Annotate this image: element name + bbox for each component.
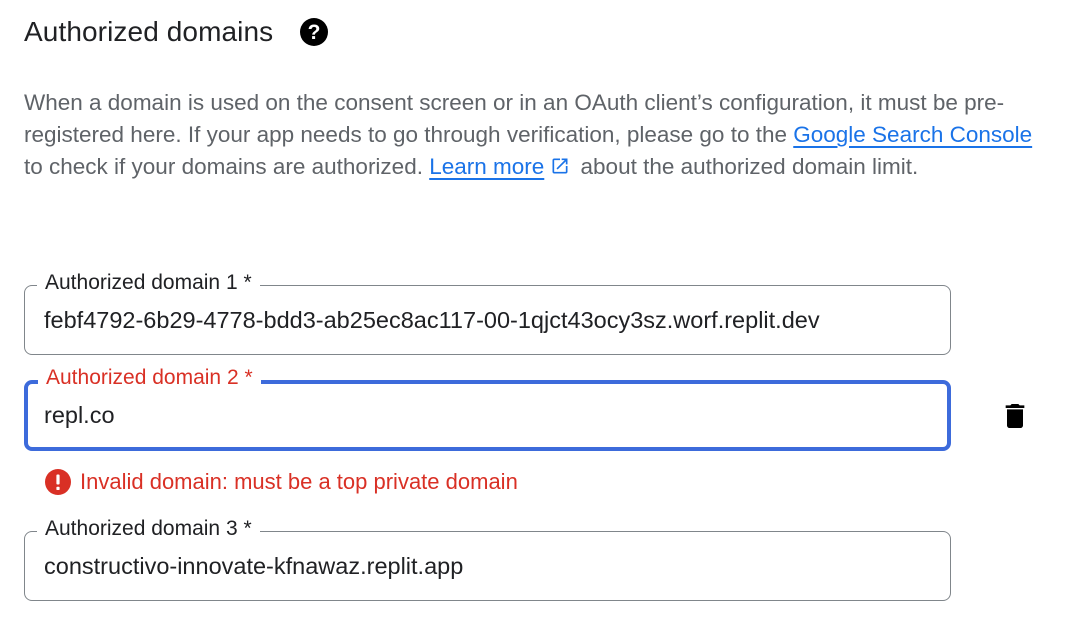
authorized-domain-2-input[interactable] (44, 384, 928, 447)
description-text-3: about the authorized domain limit. (574, 154, 919, 179)
svg-text:?: ? (308, 21, 321, 44)
description: When a domain is used on the consent scr… (24, 87, 1054, 183)
authorized-domain-1-field: Authorized domain 1 * (24, 270, 951, 355)
authorized-domain-3-input[interactable] (44, 532, 931, 600)
authorized-domain-1-input[interactable] (44, 286, 931, 354)
error-icon (44, 468, 72, 496)
help-icon[interactable]: ? (299, 17, 329, 47)
section-header: Authorized domains ? (24, 12, 329, 52)
open-in-new-icon[interactable] (550, 153, 570, 174)
section-title: Authorized domains (24, 16, 274, 47)
authorized-domains-page: Authorized domains ? When a domain is us… (0, 0, 1082, 638)
learn-more-link[interactable]: Learn more (429, 154, 544, 179)
authorized-domain-2-field: Authorized domain 2 * (24, 365, 951, 451)
description-text-2: to check if your domains are authorized. (24, 154, 430, 179)
trash-icon[interactable] (999, 400, 1031, 432)
google-search-console-link[interactable]: Google Search Console (793, 122, 1032, 147)
error-text: Invalid domain: must be a top private do… (80, 469, 518, 494)
domain-2-error-message: Invalid domain: must be a top private do… (44, 467, 518, 497)
authorized-domain-3-field: Authorized domain 3 * (24, 516, 951, 601)
